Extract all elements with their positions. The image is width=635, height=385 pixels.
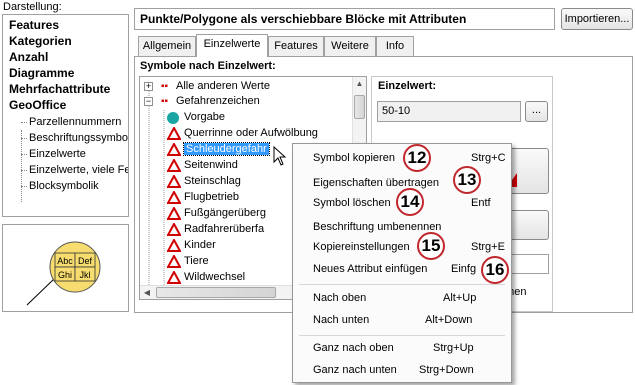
expand-icon[interactable]: + — [144, 82, 153, 91]
teal-dot-icon — [167, 112, 179, 124]
preview-text: Abc — [57, 256, 73, 266]
shortcut-label: Entf — [471, 197, 491, 209]
renderer-mehrfachattribute[interactable]: Mehrfachattribute — [9, 82, 110, 96]
menu-item-symbol-loeschen[interactable]: Symbol löschen — [313, 197, 391, 215]
tab-features[interactable]: Features — [268, 36, 324, 56]
renderer-list[interactable]: Features Kategorien Anzahl Diagramme Meh… — [2, 14, 129, 217]
shortcut-label: Strg+C — [471, 152, 506, 164]
tree-item-label: Flugbetrieb — [184, 191, 240, 203]
menu-item-kopiereinstellungen[interactable]: Kopiereinstellungen — [313, 241, 410, 259]
shortcut-label: Alt+Down — [425, 314, 473, 326]
warning-triangle-icon — [167, 175, 181, 188]
tree-guide-line — [21, 170, 27, 171]
shortcut-label: Strg+E — [471, 241, 505, 253]
shortcut-label: Einfg — [451, 263, 477, 275]
warning-triangle-icon — [167, 207, 181, 220]
symbols-label: Symbole nach Einzelwert: — [140, 60, 276, 72]
symbol-group-icon: ▪▪ — [161, 81, 169, 92]
warning-triangle-icon — [167, 159, 181, 172]
preview-text: Jkl — [80, 270, 91, 280]
shortcut-label: Strg+Up — [433, 342, 474, 354]
warning-triangle-icon — [167, 143, 181, 156]
einzelwert-field[interactable]: 50-10 — [377, 101, 521, 122]
tree-item-label: Radfahrerüberfa — [184, 223, 265, 235]
renderer-geooffice[interactable]: GeoOffice — [9, 98, 66, 112]
tree-group-alle-anderen-werte[interactable]: + ▪▪ Alle anderen Werte — [144, 79, 364, 95]
symbol-group-icon: ▪▪ — [161, 96, 169, 107]
menu-item-nach-unten[interactable]: Nach unten — [313, 314, 369, 332]
tab-einzelwerte[interactable]: Einzelwerte — [196, 34, 268, 57]
tree-group-gefahrenzeichen[interactable]: − ▪▪ Gefahrenzeichen — [144, 94, 364, 110]
menu-item-symbol-kopieren[interactable]: Symbol kopieren — [313, 152, 395, 170]
renderer-features[interactable]: Features — [9, 18, 59, 32]
renderer-diagramme[interactable]: Diagramme — [9, 66, 74, 80]
tree-item-label: Schleudergefahr — [183, 142, 270, 156]
scroll-thumb[interactable] — [156, 287, 276, 298]
tree-item-label: Steinschlag — [184, 175, 241, 187]
renderer-parzellennummern[interactable]: Parzellennummern — [29, 116, 121, 128]
tree-guide-line — [21, 130, 22, 202]
symbol-preview: Abc Def Ghi Jkl — [2, 224, 129, 312]
mouse-cursor-icon — [273, 146, 287, 166]
renderer-beschriftungssymbolik[interactable]: Beschriftungssymbolik — [29, 132, 128, 144]
renderer-kategorien[interactable]: Kategorien — [9, 34, 72, 48]
tree-guide-line — [21, 122, 27, 123]
tab-weitere[interactable]: Weitere — [324, 36, 376, 56]
menu-item-nach-oben[interactable]: Nach oben — [313, 292, 366, 310]
warning-triangle-icon — [167, 239, 181, 252]
callout-badge: 16 — [481, 256, 509, 284]
leader-line — [26, 277, 56, 306]
warning-triangle-icon — [167, 223, 181, 236]
scroll-thumb[interactable] — [354, 95, 365, 119]
einzelwert-label: Einzelwert: — [378, 80, 437, 92]
tree-item-label: Kinder — [184, 239, 216, 251]
callout-badge: 13 — [453, 166, 481, 194]
shortcut-label: Strg+Down — [419, 364, 474, 376]
warning-triangle-icon — [167, 191, 181, 204]
callout-badge: 14 — [396, 188, 424, 216]
scroll-left-icon[interactable]: ◀ — [140, 286, 154, 299]
block-symbol-preview: Abc Def Ghi Jkl — [26, 241, 101, 306]
preview-text: Ghi — [58, 270, 72, 280]
browse-button[interactable]: ... — [525, 101, 548, 122]
warning-triangle-icon — [167, 271, 181, 284]
renderer-anzahl[interactable]: Anzahl — [9, 50, 48, 64]
collapse-icon[interactable]: − — [144, 97, 153, 106]
renderer-title: Punkte/Polygone als verschiebbare Blöcke… — [134, 8, 555, 30]
tree-item-label: Alle anderen Werte — [176, 80, 270, 92]
renderer-einzelwerte[interactable]: Einzelwerte — [29, 148, 86, 160]
darstellung-label: Darstellung: — [3, 1, 62, 13]
tree-item-label: Tiere — [184, 255, 209, 267]
renderer-blocksymbolik[interactable]: Blocksymbolik — [29, 180, 99, 192]
shortcut-label: Alt+Up — [443, 292, 477, 304]
menu-separator — [299, 284, 505, 285]
tree-item-label: Querrinne oder Aufwölbung — [184, 127, 318, 139]
warning-triangle-icon — [167, 127, 181, 140]
menu-item-ganz-nach-unten[interactable]: Ganz nach unten — [313, 364, 397, 382]
menu-separator — [299, 335, 505, 336]
tree-item-label: Gefahrenzeichen — [176, 95, 260, 107]
menu-item-ganz-nach-oben[interactable]: Ganz nach oben — [313, 342, 394, 360]
tree-item-label: Vorgabe — [184, 111, 225, 123]
tree-item-label: Seitenwind — [184, 159, 238, 171]
tree-guide-line — [21, 186, 27, 187]
warning-triangle-icon — [167, 255, 181, 268]
tab-allgemein[interactable]: Allgemein — [138, 36, 196, 56]
callout-badge: 15 — [417, 232, 445, 260]
tree-item-label: Wildwechsel — [184, 271, 246, 283]
tree-item-querrinne[interactable]: Querrinne oder Aufwölbung — [164, 126, 364, 142]
menu-item-neues-attribut[interactable]: Neues Attribut einfügen — [313, 263, 427, 281]
tab-info[interactable]: Info — [376, 36, 414, 56]
renderer-einzelwerte-viele-felder[interactable]: Einzelwerte, viele Felde — [29, 164, 128, 176]
tree-item-label: Fußgängerüberg — [184, 207, 266, 219]
import-button[interactable]: Importieren... — [561, 8, 633, 30]
tree-guide-line — [21, 154, 27, 155]
scroll-up-icon[interactable]: ▲ — [353, 77, 366, 91]
preview-text: Def — [78, 256, 93, 266]
callout-badge: 12 — [403, 144, 431, 172]
tree-item-vorgabe[interactable]: Vorgabe — [164, 110, 364, 126]
tree-guide-line — [21, 138, 27, 139]
